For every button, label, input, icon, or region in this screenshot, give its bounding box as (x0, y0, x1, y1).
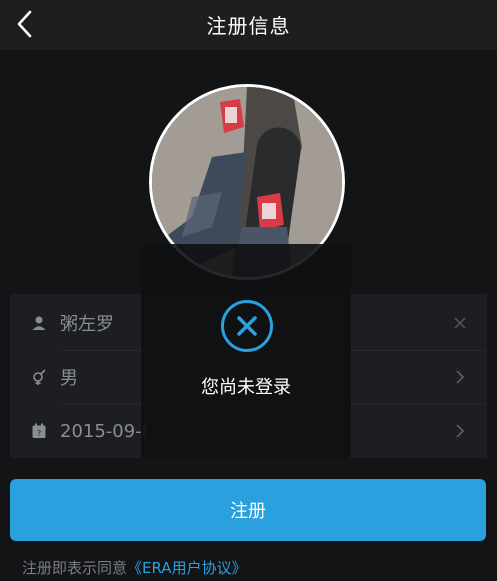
agreement-text: 注册即表示同意《ERA用户协议》 (22, 557, 247, 578)
register-button[interactable]: 注册 (10, 479, 486, 541)
page-title: 注册信息 (206, 14, 291, 38)
user-icon (30, 314, 48, 332)
gender-icon (30, 368, 48, 386)
user-agreement-link[interactable]: 《ERA用户协议》 (127, 559, 247, 577)
clear-x-icon[interactable] (453, 316, 467, 330)
top-bar: 注册信息 (0, 0, 497, 50)
birthday-value: 2015-09-( (60, 420, 149, 442)
toast-dialog: 您尚未登录 (141, 244, 351, 458)
x-circle-icon (221, 300, 273, 352)
svg-text:?: ? (37, 429, 41, 438)
chevron-right-icon[interactable] (453, 370, 467, 384)
calendar-icon: ? (30, 422, 48, 440)
toast-message: 您尚未登录 (201, 377, 291, 398)
chevron-right-icon[interactable] (453, 424, 467, 438)
agreement-prefix: 注册即表示同意 (22, 559, 128, 577)
gender-value: 男 (60, 368, 78, 389)
nickname-value: 粥左罗 (60, 314, 114, 335)
